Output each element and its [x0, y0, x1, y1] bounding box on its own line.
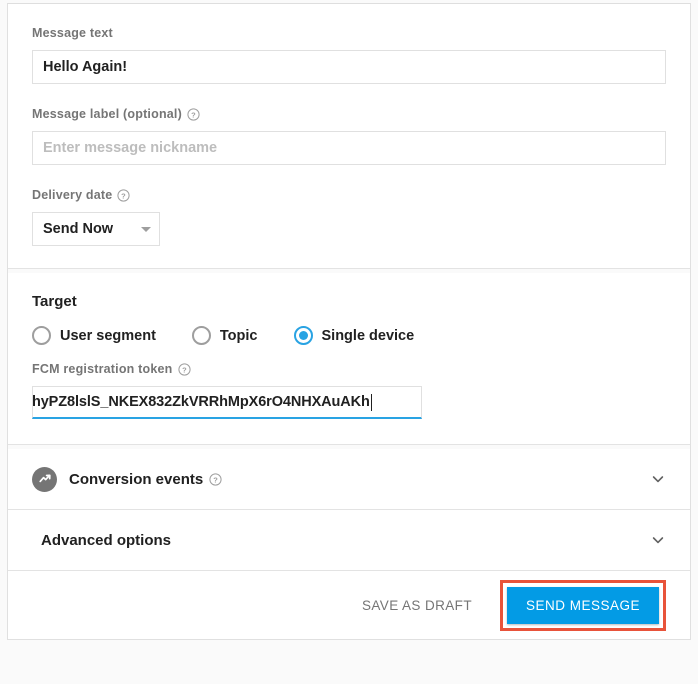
- message-label-label: Message label (optional) ?: [32, 106, 666, 122]
- message-text-label-text: Message text: [32, 25, 113, 41]
- radio-dot: [299, 331, 308, 340]
- message-label-input[interactable]: [32, 131, 666, 165]
- message-fields-section: Message text Message label (optional) ? …: [8, 4, 690, 268]
- delivery-date-selected-value: Send Now: [43, 221, 135, 237]
- send-message-highlight-box: SEND MESSAGE: [500, 580, 666, 631]
- form-footer: SAVE AS DRAFT SEND MESSAGE: [8, 571, 690, 639]
- radio-user-segment[interactable]: User segment: [32, 326, 156, 345]
- fcm-token-value: ehyPZ8lslS_NKEX832ZkVRRhMpX6rO4NHXAuAKh: [32, 394, 370, 410]
- radio-circle-icon: [192, 326, 211, 345]
- save-as-draft-button[interactable]: SAVE AS DRAFT: [348, 588, 486, 623]
- message-label-label-text: Message label (optional): [32, 106, 182, 122]
- help-circle-icon[interactable]: ?: [178, 363, 191, 376]
- trending-up-circle-icon: [32, 467, 57, 492]
- help-circle-icon[interactable]: ?: [187, 108, 200, 121]
- conversion-events-panel[interactable]: Conversion events ?: [8, 449, 690, 509]
- fcm-token-label: FCM registration token ?: [32, 361, 666, 377]
- svg-text:?: ?: [122, 191, 127, 200]
- radio-topic-label: Topic: [220, 328, 258, 344]
- radio-topic[interactable]: Topic: [192, 326, 258, 345]
- svg-text:?: ?: [191, 110, 196, 119]
- conversion-events-title: Conversion events: [69, 471, 203, 488]
- delivery-date-label-text: Delivery date: [32, 187, 112, 203]
- fcm-token-label-text: FCM registration token: [32, 361, 173, 377]
- message-text-input[interactable]: [32, 50, 666, 84]
- help-circle-icon[interactable]: ?: [209, 473, 222, 486]
- advanced-options-panel[interactable]: Advanced options: [8, 510, 690, 570]
- advanced-options-title: Advanced options: [41, 532, 171, 549]
- fcm-token-input[interactable]: ehyPZ8lslS_NKEX832ZkVRRhMpX6rO4NHXAuAKh: [32, 386, 422, 419]
- radio-circle-selected-icon: [294, 326, 313, 345]
- radio-user-segment-label: User segment: [60, 328, 156, 344]
- chevron-down-icon[interactable]: [650, 471, 666, 487]
- firebase-compose-notification-page: Message text Message label (optional) ? …: [0, 0, 698, 684]
- svg-text:?: ?: [213, 475, 218, 484]
- target-radio-group: User segment Topic Single device: [32, 326, 666, 345]
- caret-down-icon: [141, 227, 151, 232]
- delivery-date-select[interactable]: Send Now: [32, 212, 160, 246]
- chevron-down-icon[interactable]: [650, 532, 666, 548]
- help-circle-icon[interactable]: ?: [117, 189, 130, 202]
- conversion-events-title-wrap: Conversion events ?: [69, 471, 222, 488]
- text-cursor: [371, 394, 372, 411]
- radio-circle-icon: [32, 326, 51, 345]
- radio-single-device-label: Single device: [322, 328, 415, 344]
- radio-single-device[interactable]: Single device: [294, 326, 415, 345]
- send-message-button[interactable]: SEND MESSAGE: [507, 587, 659, 624]
- advanced-options-title-wrap: Advanced options: [41, 532, 171, 549]
- svg-text:?: ?: [182, 365, 187, 374]
- notification-form-card: Message text Message label (optional) ? …: [7, 3, 691, 640]
- delivery-date-label: Delivery date ?: [32, 187, 666, 203]
- message-text-label: Message text: [32, 25, 666, 41]
- target-section: Target User segment Topic Single device: [8, 273, 690, 444]
- target-heading: Target: [32, 293, 666, 310]
